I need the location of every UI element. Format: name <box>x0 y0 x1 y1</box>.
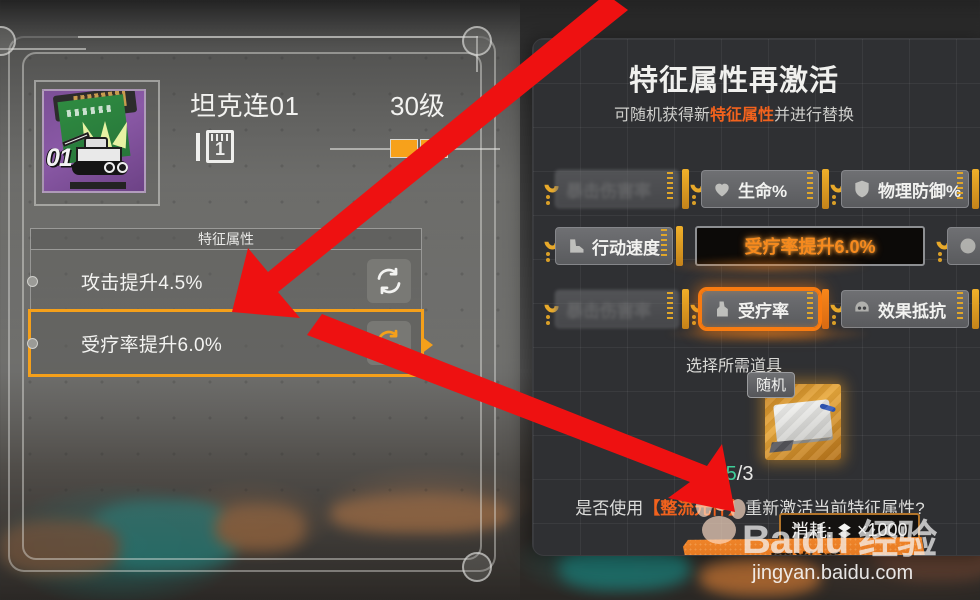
material-random-tag: 随机 <box>747 372 796 398</box>
reel-slot-selected-heal-rate[interactable]: 受疗率 <box>698 287 822 331</box>
subtitle-suffix: 并进行替换 <box>774 107 855 124</box>
reel-slot-move-speed[interactable]: 行动速度 <box>555 227 673 265</box>
reel-slot-blurred: 暴击伤害率 <box>555 290 679 328</box>
attribute-reel-row-1: 暴击伤害率 生命% 物理防御% 法术防 <box>533 167 980 211</box>
shield-icon <box>855 180 869 198</box>
trait-label: 受疗率提升6.0% <box>81 334 223 356</box>
reel-divider <box>667 167 708 211</box>
reel-slot-label: 行动速度 <box>592 238 660 258</box>
dialog-title: 特征属性再激活 <box>628 65 839 97</box>
reel-glow <box>663 325 873 343</box>
left-panel: 01 坦克连01 30级 1 特征属性 攻击提升4.5% 受疗率提升6.0% <box>0 0 520 600</box>
trait-bullet-icon <box>27 338 38 349</box>
reel-slot-label: 生命% <box>738 181 788 201</box>
selection-arrow-icon <box>421 336 433 354</box>
frame-trace-top <box>78 36 478 38</box>
frame-node-topright <box>462 26 492 56</box>
special-icon <box>960 238 976 254</box>
level-pips <box>390 139 448 158</box>
tank-illustration <box>62 131 138 181</box>
hero-rank-value: 1 <box>206 130 234 163</box>
material-picker-label: 选择所需道具 <box>685 358 782 375</box>
trait-list-header: 特征属性 <box>30 228 422 250</box>
card-number-label: 01 <box>46 144 73 172</box>
material-count: 35/3 <box>533 463 935 486</box>
reel-divider <box>807 167 848 211</box>
reel-slot-label: 物理防御% <box>878 181 962 201</box>
trait-row[interactable]: 攻击提升4.5% <box>27 250 421 312</box>
reel-slot-blurred: 暴击伤害率 <box>555 170 679 208</box>
reel-divider <box>925 224 954 268</box>
screenshot-root: 01 坦克连01 30级 1 特征属性 攻击提升4.5% 受疗率提升6.0% 特… <box>0 0 980 600</box>
hero-name: 坦克连01 <box>190 91 300 121</box>
reroll-icon-button[interactable] <box>367 259 411 303</box>
dialog-subtitle: 可随机获得新特征属性并进行替换 <box>533 101 935 125</box>
watermark-logo: Baidu 经验 <box>742 518 937 562</box>
reroll-icon-button[interactable] <box>367 321 411 365</box>
watermark-url: jingyan.baidu.com <box>752 562 914 584</box>
hero-rank-badge: 1 <box>196 130 236 164</box>
reel-slot-label: 受疗率 <box>738 301 789 321</box>
frame-node-bottomright <box>462 552 492 582</box>
subtitle-prefix: 可随机获得新 <box>613 107 710 124</box>
trait-label: 攻击提升4.5% <box>81 272 203 294</box>
rectifier-component-icon <box>773 399 833 443</box>
material-owned: 35 <box>714 463 737 485</box>
medic-icon <box>717 301 728 317</box>
hero-summary: 01 坦克连01 30级 1 <box>30 78 500 208</box>
subtitle-highlight: 特征属性 <box>709 107 774 124</box>
hero-card-art[interactable]: 01 <box>42 89 146 193</box>
skull-icon <box>855 301 869 312</box>
trait-list-body: 攻击提升4.5% 受疗率提升6.0% <box>27 250 433 377</box>
heart-icon <box>715 183 729 197</box>
trait-row[interactable]: 受疗率提升6.0% <box>27 309 433 377</box>
reel-divider <box>957 287 980 331</box>
reel-divider <box>533 287 562 331</box>
reel-slot-phys-def[interactable]: 物理防御% <box>841 170 969 208</box>
reactivate-dialog: 特征属性再激活 可随机获得新特征属性并进行替换 暴击伤害率 生命% 物理防御% … <box>532 38 980 556</box>
reel-slot-label: 效果抵抗 <box>878 301 946 321</box>
trait-bullet-icon <box>27 276 38 287</box>
reel-divider <box>533 224 562 268</box>
card-base-shape <box>70 182 126 189</box>
material-required: 3 <box>742 463 754 485</box>
boot-icon <box>570 239 584 253</box>
reel-divider <box>533 167 562 211</box>
reel-slot-special[interactable]: 特殊 <box>947 227 980 265</box>
reel-slot-effect-resist[interactable]: 效果抵抗 <box>841 290 969 328</box>
reel-glow <box>663 257 873 275</box>
trait-attribute-list: 特征属性 攻击提升4.5% 受疗率提升6.0% <box>27 228 433 377</box>
hero-level: 30级 <box>390 91 445 121</box>
confirm-prefix: 是否使用 <box>575 499 644 518</box>
reel-slot-hp[interactable]: 生命% <box>701 170 819 208</box>
reel-divider <box>957 167 980 211</box>
